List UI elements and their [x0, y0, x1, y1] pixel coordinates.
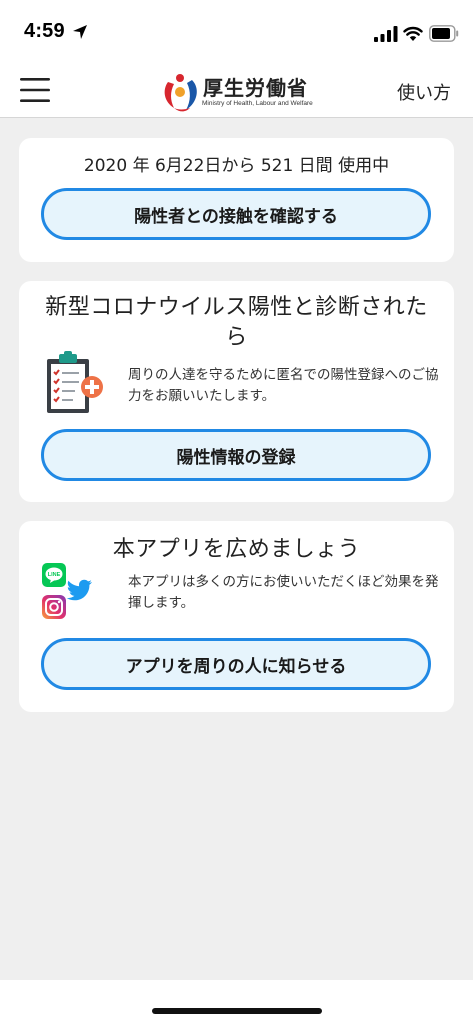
share-app-button[interactable]: アプリを周りの人に知らせる [41, 638, 431, 690]
share-card-title: 本アプリを広めましょう [112, 537, 361, 562]
line-app-icon: LINE [42, 563, 66, 587]
check-contact-button[interactable]: 陽性者との接触を確認する [41, 188, 431, 240]
help-link[interactable]: 使い方 [397, 79, 451, 105]
status-bar: 4:59 [0, 0, 473, 62]
usage-card: 2020 年 6月22日から 521 日間 使用中 陽性者との接触を確認する [19, 138, 454, 262]
register-description: 周りの人達を守るために匿名での陽性登録へのご協力をお願いいたします。 [128, 367, 439, 404]
mhlw-emblem-icon [164, 74, 197, 112]
wifi-icon [403, 26, 423, 41]
share-description: 本アプリは多くの方にお使いいただくほど効果を発揮します。 [128, 574, 439, 611]
hamburger-menu-icon[interactable] [20, 76, 50, 104]
location-arrow-icon [73, 25, 87, 39]
logo-title: 厚生労働省 [203, 76, 308, 100]
register-positive-button[interactable]: 陽性情報の登録 [41, 429, 431, 481]
cellular-signal-icon [374, 26, 398, 42]
usage-days-text: 2020 年 6月22日から 521 日間 使用中 [83, 156, 390, 176]
bottom-safe-area [0, 980, 473, 1024]
clipboard-checklist-icon [47, 351, 103, 413]
logo-subtitle: Ministry of Health, Labour and Welfare [202, 100, 313, 107]
mhlw-logo: 厚生労働省 Ministry of Health, Labour and Wel… [160, 70, 320, 114]
home-indicator[interactable] [152, 1008, 322, 1014]
share-app-card: 本アプリを広めましょう LINE 本アプリは多くの方にお使いいただくほど効果を発… [19, 521, 454, 712]
register-card-title: 新型コロナウイルス陽性と診断されたら [45, 295, 428, 350]
twitter-bird-icon [67, 579, 92, 601]
battery-icon [429, 25, 459, 42]
instagram-icon [42, 595, 66, 619]
svg-text:LINE: LINE [48, 572, 61, 578]
positive-register-card: 新型コロナウイルス陽性と診断されたら 周りの人達を守るために匿名での陽性登録への… [19, 281, 454, 502]
navigation-bar: 厚生労働省 Ministry of Health, Labour and Wel… [0, 62, 473, 118]
status-time: 4:59 [24, 20, 65, 42]
